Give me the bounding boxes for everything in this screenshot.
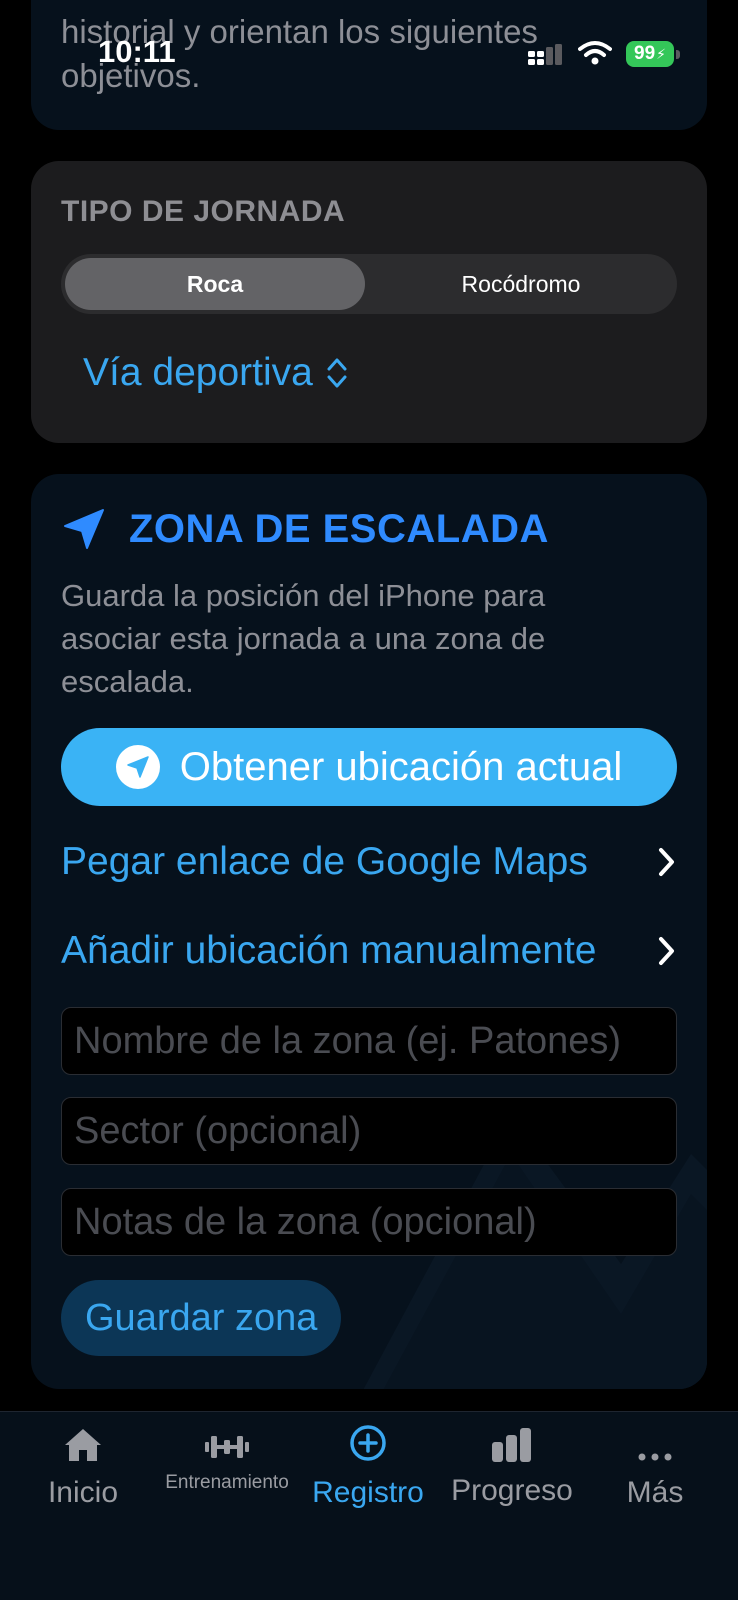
location-arrow-circle-icon [115,745,160,789]
climbing-style-value: Vía deportiva [83,351,313,394]
tab-inicio-label: Inicio [47,1476,119,1509]
chart-bar-icon [492,1428,531,1462]
ellipsis-icon [638,1453,672,1461]
segment-rocodromo[interactable]: Rocódromo [369,258,673,310]
chevron-right-icon [659,848,674,876]
add-location-manually-row[interactable]: Añadir ubicación manualmente [61,921,677,981]
wifi-icon [578,41,612,65]
plus-circle-icon [350,1425,386,1461]
location-arrow-icon [64,509,104,549]
zone-notes-input[interactable] [61,1188,677,1256]
paste-google-maps-label: Pegar enlace de Google Maps [61,840,588,883]
status-bar: 10:11 99 ⚡ [0,30,738,80]
tab-entrenamiento[interactable]: Entrenamiento [152,1412,302,1532]
charging-bolt-icon: ⚡ [656,45,666,62]
tab-registro[interactable]: Registro [306,1412,430,1532]
dumbbell-icon [205,1436,249,1458]
chevron-right-icon [659,937,674,965]
tab-entrenamiento-label: Entrenamiento [165,1472,289,1493]
day-type-card: TIPO DE JORNADA Roca Rocódromo Vía depor… [31,161,707,443]
get-current-location-label: Obtener ubicación actual [179,744,623,789]
tab-mas[interactable]: Más [620,1412,690,1532]
paste-google-maps-link-row[interactable]: Pegar enlace de Google Maps [61,832,677,892]
save-zone-button[interactable]: Guardar zona [61,1280,342,1356]
climbing-style-picker[interactable]: Vía deportiva [83,351,349,395]
tab-inicio[interactable]: Inicio [36,1412,130,1532]
day-type-title: TIPO DE JORNADA [61,195,346,228]
battery-level: 99 [634,43,656,64]
zone-title: ZONA DE ESCALADA [129,506,549,551]
chevron-up-down-icon [327,358,347,388]
zone-name-input[interactable] [61,1007,677,1075]
tab-mas-label: Más [626,1476,684,1509]
battery-icon: 99 ⚡ [626,41,674,67]
sector-input[interactable] [61,1097,677,1165]
tab-registro-label: Registro [312,1476,424,1509]
add-location-manually-label: Añadir ubicación manualmente [61,929,597,972]
status-time: 10:11 [98,34,176,69]
zone-description: Guarda la posición del iPhone para asoci… [61,578,546,699]
get-current-location-button[interactable]: Obtener ubicación actual [61,728,677,806]
day-type-segmented-control: Roca Rocódromo [61,254,677,314]
battery-cap [676,50,680,59]
zone-header: ZONA DE ESCALADA [61,506,549,552]
house-icon [65,1429,101,1461]
cellular-signal-icon [528,44,562,65]
segment-roca[interactable]: Roca [65,258,365,310]
tab-progreso-label: Progreso [451,1474,573,1507]
tab-bar: Inicio Entrenamiento Registro Progreso M… [0,1411,738,1600]
climbing-zone-card: ZONA DE ESCALADA Guarda la posición del … [31,474,707,1389]
tab-progreso[interactable]: Progreso [444,1412,580,1532]
